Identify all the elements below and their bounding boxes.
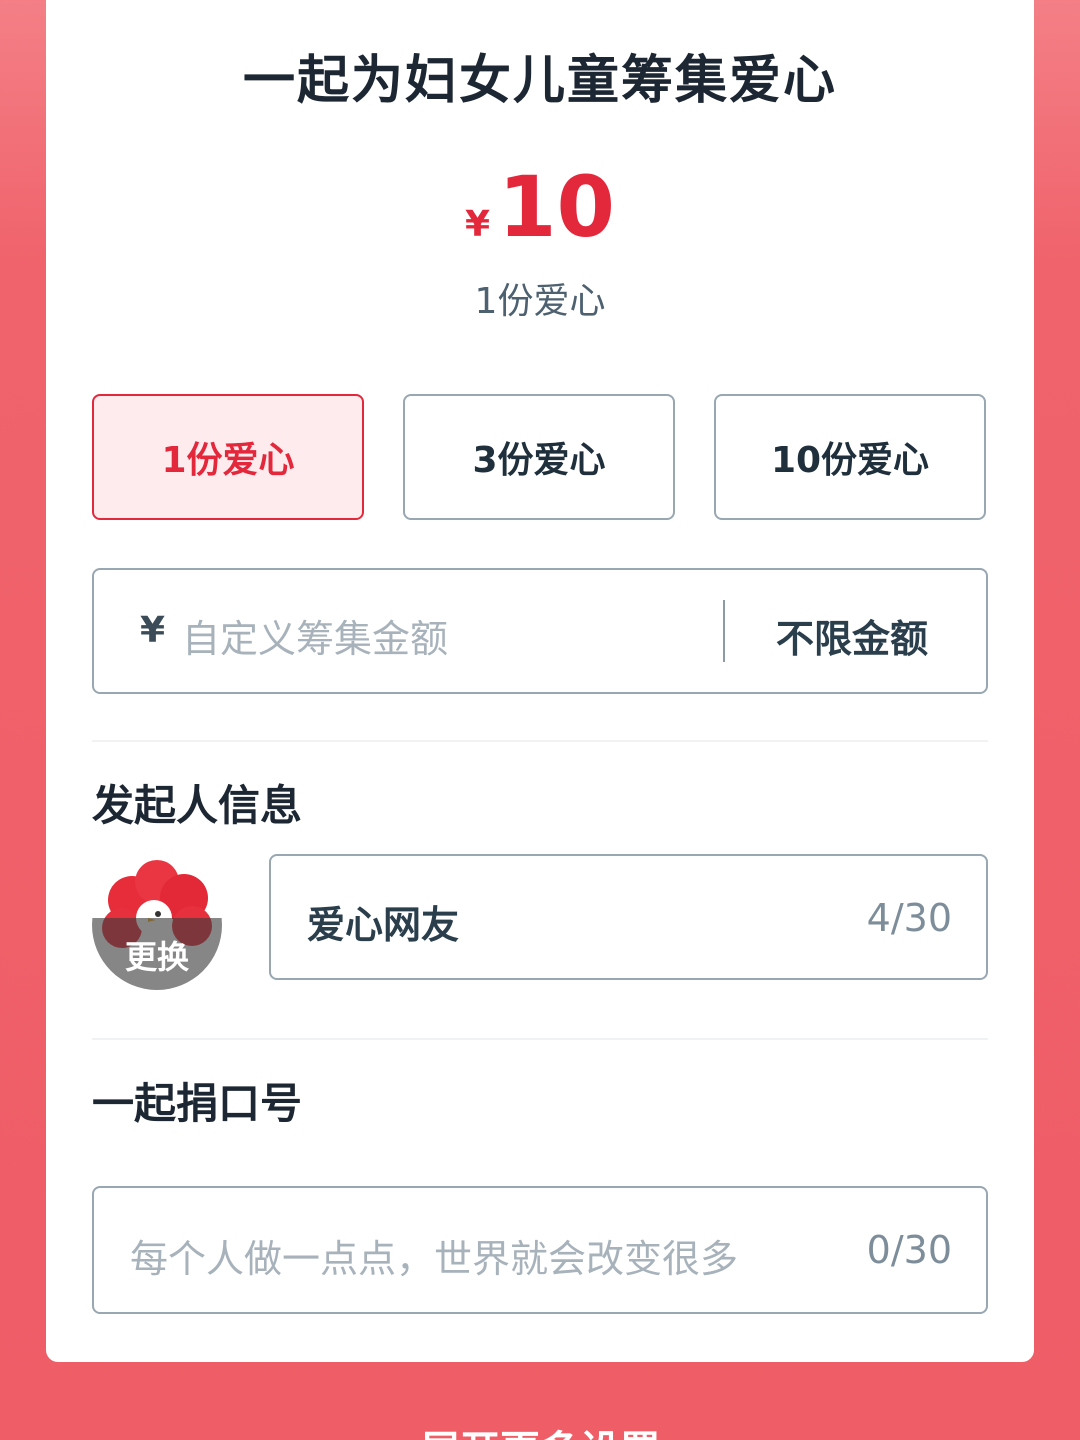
change-avatar-button[interactable]: 更换	[92, 918, 222, 990]
amount-display: ¥10	[46, 158, 1034, 256]
amount-value: 10	[498, 158, 615, 256]
slogan-input[interactable]: 每个人做一点点，世界就会改变很多	[130, 1228, 738, 1283]
option-10-shares-button[interactable]: 10份爱心	[714, 394, 986, 520]
divider	[92, 1038, 988, 1040]
donation-card: 一起为妇女儿童筹集爱心 ¥10 1份爱心 1份爱心 3份爱心 10份爱心 ¥ 自…	[46, 0, 1034, 1362]
page-title: 一起为妇女儿童筹集爱心	[242, 51, 837, 111]
divider	[92, 740, 988, 742]
option-3-shares-button[interactable]: 3份爱心	[403, 394, 675, 520]
custom-amount-input[interactable]: 自定义筹集金额	[182, 608, 448, 663]
name-input[interactable]: 爱心网友	[307, 894, 459, 949]
name-field[interactable]: 爱心网友 4/30	[269, 854, 988, 980]
initiator-section-title: 发起人信息	[92, 781, 303, 830]
avatar[interactable]: 更换	[92, 860, 222, 990]
currency-symbol: ¥	[465, 204, 491, 245]
unlimited-amount-button[interactable]: 不限金额	[776, 608, 928, 663]
custom-amount-field[interactable]: ¥ 自定义筹集金额 不限金额	[92, 568, 988, 694]
more-settings-link[interactable]: 展开更多设置	[0, 1418, 1080, 1440]
name-char-count: 4/30	[866, 896, 952, 940]
amount-label: 1份爱心	[474, 281, 606, 322]
currency-symbol: ¥	[140, 610, 166, 651]
slogan-char-count: 0/30	[866, 1228, 952, 1272]
slogan-section-title: 一起捐口号	[92, 1079, 303, 1128]
divider	[723, 600, 725, 662]
slogan-field[interactable]: 每个人做一点点，世界就会改变很多 0/30	[92, 1186, 988, 1314]
option-1-share-button[interactable]: 1份爱心	[92, 394, 364, 520]
